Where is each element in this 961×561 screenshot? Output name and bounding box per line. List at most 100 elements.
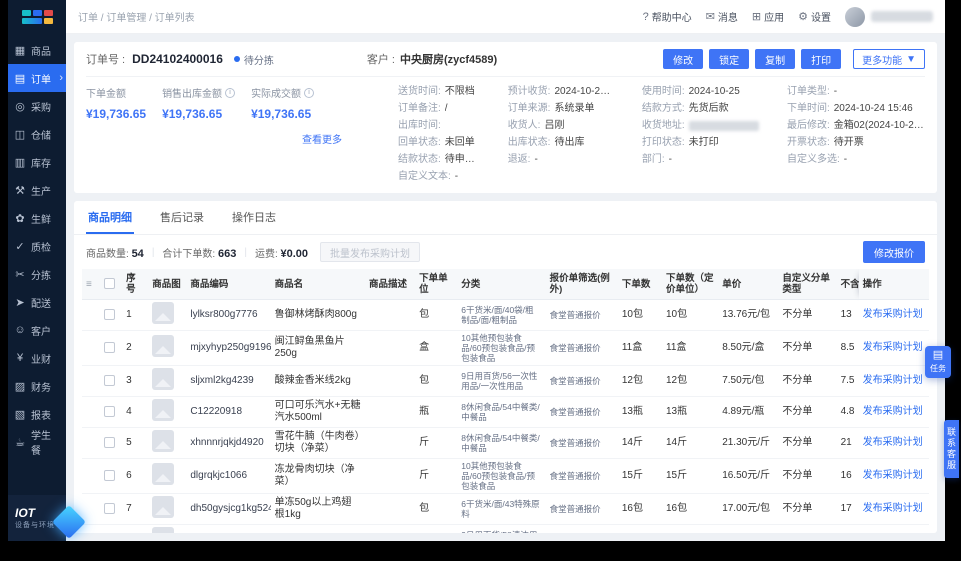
edit-button[interactable]: 修改 bbox=[663, 49, 704, 69]
student-meal-icon: ☕ bbox=[15, 436, 25, 449]
table-row: 8jxsbsng8189吉祥三宝圣女果斤9日用百货/58清洁用品食堂普通报价17… bbox=[82, 524, 929, 533]
qty-pricing-unit-cell: 15斤 bbox=[662, 458, 719, 494]
sidebar-item-delivery[interactable]: ➤ 配送 bbox=[8, 288, 66, 316]
page-content: 订单号 : DD24102400016 待分拣 客户 : 中央厨房(zycf45… bbox=[66, 34, 945, 541]
sidebar-item-purchase[interactable]: ◎ 采购 bbox=[8, 92, 66, 120]
code-cell: mjxyhyp250g9196 bbox=[186, 330, 271, 366]
detail-value: - bbox=[833, 86, 838, 97]
sidebar-item-production[interactable]: ⚒ 生产 bbox=[8, 176, 66, 204]
sidebar-item-student-meal[interactable]: ☕ 学生餐 bbox=[8, 428, 66, 457]
tab-log[interactable]: 操作日志 bbox=[230, 201, 278, 234]
task-fab-button[interactable]: ▤ 任务 bbox=[925, 346, 951, 378]
row-checkbox[interactable] bbox=[104, 308, 116, 320]
detail-label: 出库时间: bbox=[398, 120, 441, 131]
detail-label: 退返: bbox=[507, 154, 531, 165]
sidebar-item-business[interactable]: ¥ 业财 bbox=[8, 344, 66, 372]
topbar-action-apps[interactable]: ⊞ 应用 bbox=[752, 9, 784, 24]
topbar-action-label: 设置 bbox=[811, 13, 831, 24]
publish-purchase-plan-link[interactable]: 发布采购计划 bbox=[863, 470, 923, 481]
notax-price-cell: 16 bbox=[836, 458, 859, 494]
column-header: 操作 bbox=[858, 269, 929, 300]
detail-label: 订单类型: bbox=[786, 86, 830, 97]
split-type-cell: 不分单 bbox=[778, 493, 837, 525]
publish-purchase-plan-link[interactable]: 发布采购计划 bbox=[863, 406, 923, 417]
publish-purchase-plan-link[interactable]: 发布采购计划 bbox=[863, 309, 923, 320]
row-checkbox[interactable] bbox=[104, 436, 116, 448]
column-settings-icon[interactable]: ≡ bbox=[82, 269, 101, 300]
row-checkbox[interactable] bbox=[104, 405, 116, 417]
action-cell: 发布采购计划 bbox=[858, 330, 929, 366]
action-cell: 发布采购计划 bbox=[858, 458, 929, 494]
detail-value: - bbox=[534, 154, 538, 165]
detail-row: 收货地址: bbox=[642, 119, 759, 133]
sidebar-item-quality[interactable]: ✓ 质检 bbox=[8, 232, 66, 260]
column-header: 下单数 bbox=[617, 269, 662, 300]
sidebar-item-fresh[interactable]: ✿ 生鲜 bbox=[8, 204, 66, 232]
detail-row: 出库时间: bbox=[398, 119, 480, 133]
info-icon: i bbox=[225, 87, 236, 98]
quality-icon: ✓ bbox=[15, 240, 25, 253]
unit-cell: 包 bbox=[415, 299, 458, 331]
sidebar-item-sorting[interactable]: ✂ 分拣 bbox=[8, 260, 66, 288]
thumb-cell bbox=[148, 365, 187, 397]
print-button[interactable]: 打印 bbox=[801, 49, 842, 69]
row-drag-cell bbox=[82, 299, 101, 331]
user-menu[interactable] bbox=[845, 6, 933, 27]
sidebar-item-inventory[interactable]: ▥ 库存 bbox=[8, 148, 66, 176]
quote-filter-cell: 食堂普通报价 bbox=[545, 524, 618, 533]
unit-cell: 斤 bbox=[415, 524, 458, 533]
detail-row: 收货人: 吕刚 bbox=[508, 119, 614, 133]
order-actions: 修改 锁定 复制 打印 bbox=[663, 49, 842, 69]
topbar-action-help[interactable]: ? 帮助中心 bbox=[643, 9, 692, 25]
row-checkbox[interactable] bbox=[104, 502, 116, 514]
batch-publish-button[interactable]: 批量发布采购计划 bbox=[320, 242, 421, 262]
publish-purchase-plan-link[interactable]: 发布采购计划 bbox=[863, 375, 923, 386]
unit-cell: 盒 bbox=[415, 330, 458, 366]
business-icon: ¥ bbox=[16, 352, 24, 364]
row-checkbox[interactable] bbox=[104, 374, 116, 386]
column-header: 自定义分单类型 bbox=[778, 269, 837, 300]
thumb-cell bbox=[148, 330, 187, 366]
app-logo-icon bbox=[21, 10, 53, 24]
separator: | bbox=[244, 246, 247, 258]
customer-icon: ☺ bbox=[14, 324, 26, 336]
sidebar-item-orders[interactable]: ▤ 订单 › bbox=[8, 64, 66, 92]
see-more-link[interactable]: 查看更多 bbox=[302, 131, 342, 146]
sidebar-item-goods[interactable]: ▦ 商品 bbox=[8, 36, 66, 64]
modify-price-button[interactable]: 修改报价 bbox=[863, 241, 925, 263]
sidebar-item-report[interactable]: ▧ 报表 bbox=[8, 400, 66, 428]
sidebar-item-warehouse[interactable]: ◫ 仓储 bbox=[8, 120, 66, 148]
row-checkbox[interactable] bbox=[104, 469, 116, 481]
copy-button[interactable]: 复制 bbox=[755, 49, 796, 69]
row-checkbox[interactable] bbox=[104, 341, 116, 353]
lock-button[interactable]: 锁定 bbox=[709, 49, 750, 69]
publish-purchase-plan-link[interactable]: 发布采购计划 bbox=[863, 503, 923, 514]
more-actions-button[interactable]: 更多功能 ▼ bbox=[853, 49, 925, 69]
sidebar-item-finance[interactable]: ▨ 财务 bbox=[8, 372, 66, 400]
table-row: 2 mjxyhyp250g9196 闽江鲟鱼黑鱼片250g 盒 10其他预包装食品/60… bbox=[82, 330, 929, 366]
sidebar-item-label: 商品 bbox=[31, 46, 51, 58]
topbar-action-message[interactable]: ✉ 消息 bbox=[706, 9, 738, 24]
quote-filter-cell: 食堂普通报价 bbox=[545, 396, 618, 428]
detail-row: 部门: - bbox=[642, 153, 759, 167]
order-detail-panel: 商品明细 售后记录 操作日志 商品数量: 54 | 合计下单数: 663 | 运费: ¥0.… bbox=[74, 201, 937, 533]
desc-cell bbox=[364, 493, 416, 525]
topbar-action-label: 消息 bbox=[717, 13, 738, 24]
qty-cell: 16包 bbox=[617, 493, 662, 525]
notax-price-cell: 4.3 bbox=[836, 524, 859, 533]
publish-purchase-plan-link[interactable]: 发布采购计划 bbox=[863, 342, 923, 353]
select-all-checkbox[interactable] bbox=[104, 278, 116, 290]
publish-purchase-plan-link[interactable]: 发布采购计划 bbox=[863, 437, 923, 448]
sidebar-item-label: 财务 bbox=[31, 382, 51, 394]
product-image-placeholder bbox=[152, 430, 175, 452]
tab-detail[interactable]: 商品明细 bbox=[86, 201, 134, 234]
sidebar-item-customer[interactable]: ☺ 客户 bbox=[8, 316, 66, 344]
contact-service-tab[interactable]: 联系客服 bbox=[944, 420, 959, 478]
row-checkbox-cell bbox=[100, 493, 123, 525]
tab-aftersale[interactable]: 售后记录 bbox=[158, 201, 206, 234]
app-logo[interactable] bbox=[8, 0, 66, 34]
unit-cell: 斤 bbox=[415, 458, 458, 494]
split-type-cell: 不分单 bbox=[778, 330, 837, 366]
name-cell: 鲁御林烤酥肉800g bbox=[270, 299, 365, 331]
topbar-action-settings[interactable]: ⚙ 设置 bbox=[798, 9, 831, 24]
